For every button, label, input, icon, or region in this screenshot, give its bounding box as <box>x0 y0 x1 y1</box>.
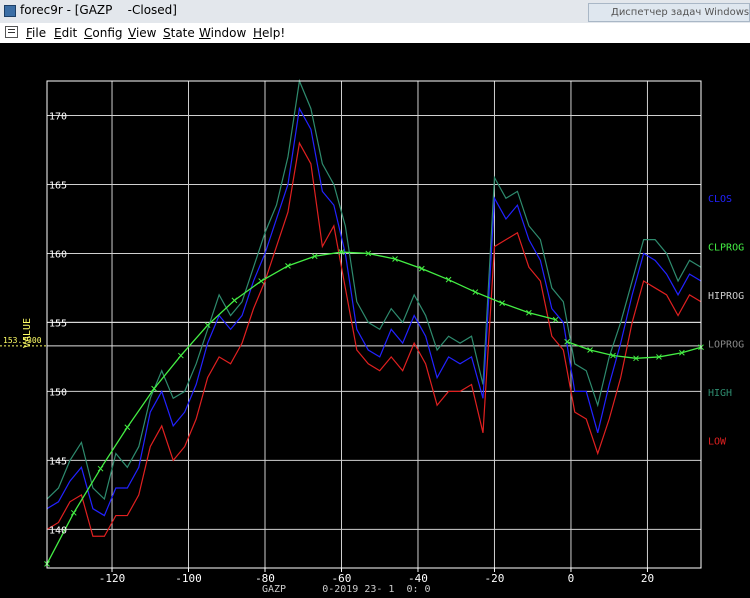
forecast-marker <box>258 278 265 284</box>
plot-frame <box>46 80 702 569</box>
y-tick-label: 145 <box>49 456 67 467</box>
legend-clos: CLOS <box>708 194 732 205</box>
legend: CLOS CLPROG HIPROG LOPROG HIGH LOW <box>708 194 744 448</box>
x-tick-label: -20 <box>485 572 505 585</box>
y-tick-label: 165 <box>49 180 67 191</box>
forecast-marker <box>97 465 104 472</box>
y-tick-label: 160 <box>49 249 67 260</box>
system-menu-icon[interactable] <box>5 26 18 38</box>
menu-file[interactable]: File <box>26 26 46 40</box>
x-tick-label: -100 <box>175 572 202 585</box>
menu-state[interactable]: State <box>163 26 195 40</box>
menu-help[interactable]: Help! <box>253 26 285 40</box>
y-tick-label: 150 <box>49 387 67 398</box>
legend-loprog: LOPROG <box>708 340 744 351</box>
menu-bar: File Edit Config View State Window Help! <box>0 23 750 43</box>
chart-footer: GAZP 0-2019 23- 1 0: 0 <box>262 584 431 595</box>
forecast-segment <box>46 251 556 565</box>
grid <box>47 81 701 568</box>
forecast-marker <box>178 352 184 359</box>
forecast-marker <box>231 297 238 304</box>
y-tick-label: 170 <box>49 111 67 122</box>
reference-lines <box>0 321 701 347</box>
forecast-marker <box>70 509 77 516</box>
series-low <box>46 141 702 537</box>
x-tick-label: 0 <box>568 572 575 585</box>
y-tick-label: 140 <box>49 525 67 536</box>
y-tick-label: 155 <box>49 318 67 329</box>
menu-edit[interactable]: Edit <box>54 26 77 40</box>
menu-config[interactable]: Config <box>84 26 123 40</box>
forecast-curve <box>44 249 704 567</box>
app-icon <box>4 5 16 17</box>
legend-hiprog: HIPROG <box>708 291 744 302</box>
menu-window[interactable]: Window <box>199 26 246 40</box>
series-clos <box>46 106 702 517</box>
price-chart[interactable]: -120 -100 -80 -60 -40 -20 0 2014014515015516016… <box>0 43 750 598</box>
forecast-marker <box>445 276 452 283</box>
window-title: forec9r - [GAZP -Closed] <box>20 3 177 17</box>
cursor-value-label: 153.5300 <box>3 336 42 345</box>
legend-low: LOW <box>708 437 727 448</box>
legend-clprog: CLPROG <box>708 243 744 254</box>
axes: -120 -100 -80 -60 -40 -20 0 2014014515015516016… <box>46 80 702 585</box>
series-lines <box>46 78 702 537</box>
forecast-marker <box>124 424 131 431</box>
x-tick-label: -120 <box>99 572 126 585</box>
forecast-marker <box>472 289 479 295</box>
x-tick-label: 20 <box>641 572 654 585</box>
background-taskbar-thumbnail[interactable]: Диспетчер задач Windows <box>588 3 750 22</box>
legend-high: HIGH <box>708 388 732 399</box>
menu-view[interactable]: View <box>128 26 156 40</box>
title-bar: forec9r - [GAZP -Closed] Диспетчер задач… <box>0 0 750 24</box>
